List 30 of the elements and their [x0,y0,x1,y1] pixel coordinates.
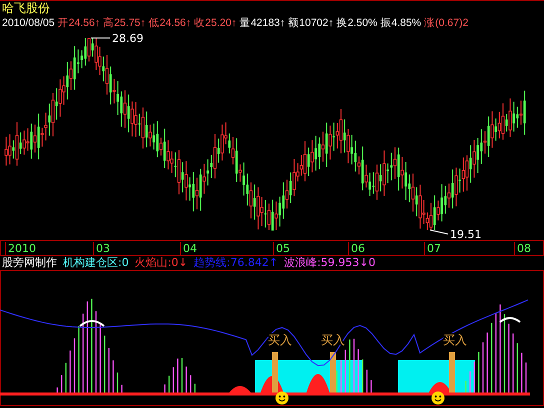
legend-item: 机构建仓区:0 [63,256,129,269]
buy-signal-label: 买入 [268,333,292,347]
axis-label: 05 [273,242,290,255]
quote-value: 振4.85% [380,16,422,30]
axis-label: 08 [514,242,531,255]
buy-signal-label: 买入 [443,333,467,347]
legend-item: 趋势线:76.842↑ [194,256,278,269]
quote-value: 开24.56↑ [58,16,100,30]
axis-label: 07 [424,242,441,255]
quote-value: 额10702↑ [288,16,334,30]
leader-line [430,230,448,234]
smiley-icon [432,392,444,404]
axis-label: 06 [348,242,365,255]
price-label: 19.51 [450,228,482,240]
legend-item: 股旁网制作 [2,256,57,269]
quote-value: 高25.75↑ [103,16,146,30]
quote-value: 低24.56↑ [148,16,192,30]
quote-value: 换2.50% [336,16,378,30]
legend-item: 火焰山:0↓ [134,256,188,269]
quote-value: 收25.20↑ [194,16,237,30]
axis-label: 04 [180,242,197,255]
quote-value: 量42183↑ [240,16,286,30]
quote-value: 涨(0.67)2 [424,16,468,30]
stock-name: 哈飞股份 [2,1,50,15]
legend-item: 波浪峰:59.953↓0 [284,256,376,269]
axis-label: 03 [93,242,110,255]
smiley-icon [276,392,288,404]
price-label: 28.69 [112,32,144,45]
axis-label: 2010 [5,242,36,255]
quote-date: 2010/08/05 [2,16,55,30]
